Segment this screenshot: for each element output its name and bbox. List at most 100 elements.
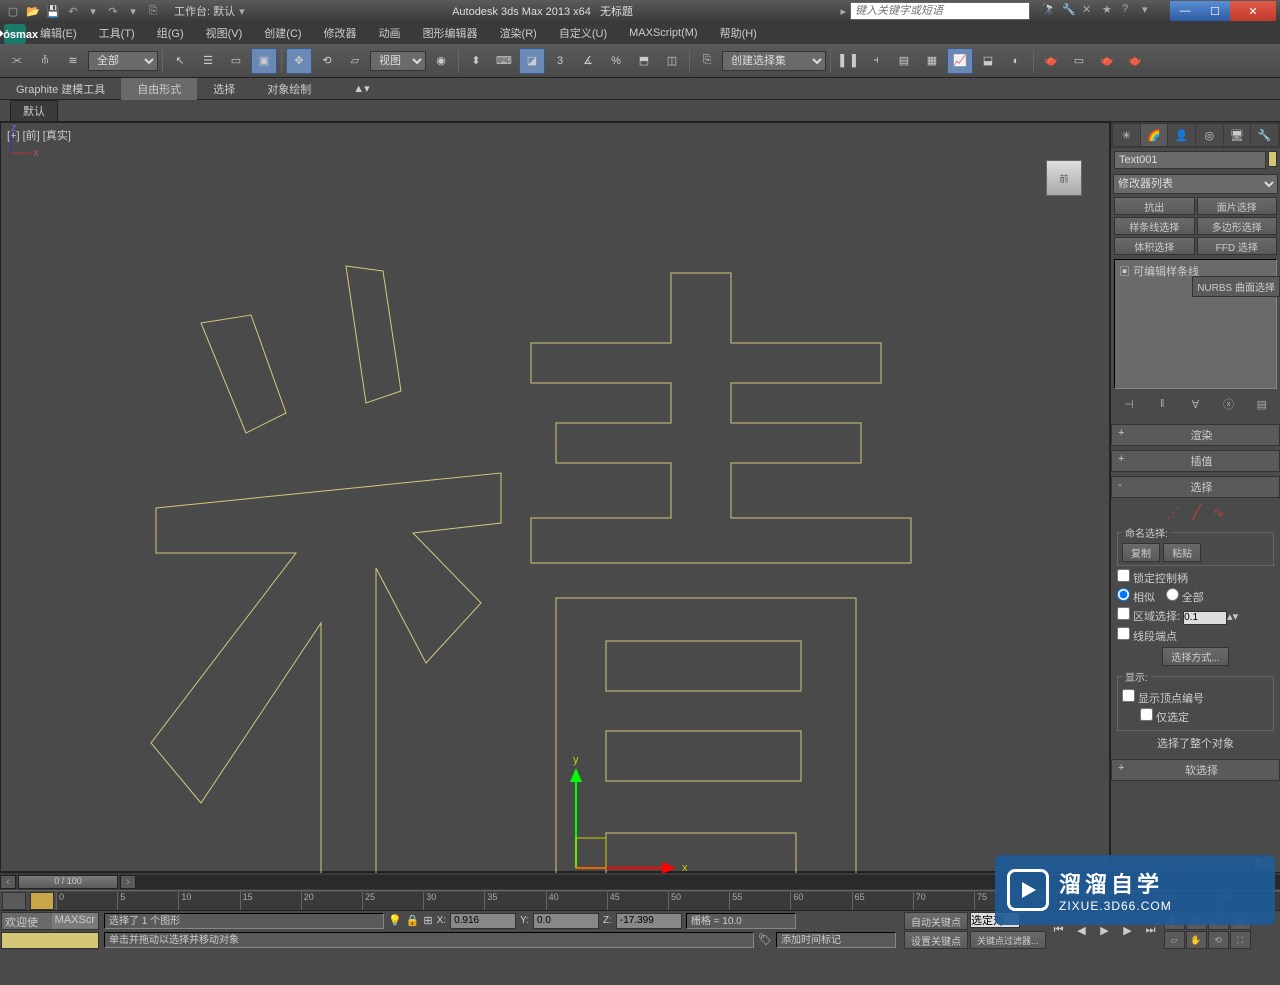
select-by-button[interactable]: 选择方式... xyxy=(1162,647,1228,666)
menu-tools[interactable]: 工具(T) xyxy=(89,23,145,43)
ribbon-default[interactable]: 默认 xyxy=(10,100,58,122)
copy-button[interactable]: 复制 xyxy=(1122,543,1160,562)
paste-button[interactable]: 粘贴 xyxy=(1163,543,1201,562)
tab-objectpaint[interactable]: 对象绘制 xyxy=(251,78,327,100)
percent-snap-icon[interactable]: % xyxy=(603,48,629,74)
color-swatch[interactable] xyxy=(1,932,99,949)
menu-views[interactable]: 视图(V) xyxy=(196,23,253,43)
rollout-selection[interactable]: -选择 xyxy=(1111,476,1280,498)
similar-radio[interactable]: 相似 xyxy=(1117,592,1155,604)
infocenter-icon[interactable]: ▸ xyxy=(840,5,846,18)
redo-dd-icon[interactable]: ▾ xyxy=(124,2,142,20)
menu-animation[interactable]: 动画 xyxy=(369,23,411,43)
btn-ffdsel[interactable]: FFD 选择 xyxy=(1197,237,1278,255)
show-vertex-num-check[interactable]: 显示顶点编号 xyxy=(1122,689,1269,706)
timeslider-handle[interactable]: 0 / 100 xyxy=(18,875,118,889)
segment-subobj-icon[interactable]: ╱ xyxy=(1192,504,1200,521)
search-input[interactable] xyxy=(850,2,1030,20)
rollout-render[interactable]: +渲染 xyxy=(1111,424,1280,446)
ribbon-min-icon[interactable]: ▲▾ xyxy=(337,79,385,98)
area-value-input[interactable] xyxy=(1183,611,1227,625)
redo-icon[interactable]: ↷ xyxy=(104,2,122,20)
pin-stack-icon[interactable]: ⊣ xyxy=(1120,395,1138,413)
coord-display-icon[interactable]: ⊞ xyxy=(423,914,432,927)
menu-group[interactable]: 组(G) xyxy=(147,23,194,43)
select-icon[interactable]: ↖ xyxy=(167,48,193,74)
align-icon[interactable]: ⫞ xyxy=(863,48,889,74)
named-selection-set[interactable]: 创建选择集 xyxy=(722,51,826,71)
add-time-tag[interactable]: 添加时间标记 xyxy=(776,932,896,948)
modifier-list[interactable]: 修改器列表 xyxy=(1113,174,1278,194)
render-setup-icon[interactable]: 🫖 xyxy=(1038,48,1064,74)
timeslider-prev[interactable]: ‹ xyxy=(0,875,16,889)
workspace-dd-icon[interactable]: ▾ xyxy=(239,5,245,18)
z-coord-input[interactable] xyxy=(616,913,682,929)
only-selected-check[interactable]: 仅选定 xyxy=(1140,708,1269,725)
binoculars-icon[interactable]: 🔭 xyxy=(1042,3,1058,19)
tab-modify-icon[interactable]: 🌈 xyxy=(1141,124,1168,146)
spinner-snap-icon[interactable]: ⬒ xyxy=(631,48,657,74)
all-radio[interactable]: 全部 xyxy=(1166,592,1204,604)
pivot-icon[interactable]: ◉ xyxy=(428,48,454,74)
tab-utilities-icon[interactable]: 🔧 xyxy=(1251,124,1278,146)
selection-filter[interactable]: 全部 xyxy=(88,51,158,71)
menu-maxscript[interactable]: MAXScript(M) xyxy=(619,25,707,41)
menu-create[interactable]: 创建(C) xyxy=(254,23,311,43)
favorite-icon[interactable]: ★ xyxy=(1102,3,1118,19)
menu-modifiers[interactable]: 修改器 xyxy=(314,23,367,43)
pan-icon[interactable]: ✋ xyxy=(1186,931,1207,949)
viewcube-face[interactable]: 前 xyxy=(1046,160,1082,196)
tab-graphite[interactable]: Graphite 建模工具 xyxy=(0,78,121,100)
make-unique-icon[interactable]: ∀ xyxy=(1186,395,1204,413)
render-frame-icon[interactable]: ▭ xyxy=(1066,48,1092,74)
btn-splinesel[interactable]: 样条线选择 xyxy=(1114,217,1195,235)
angle-snap-icon[interactable]: ∡ xyxy=(575,48,601,74)
autokey-button[interactable]: 自动关键点 xyxy=(904,912,968,930)
menu-grapheditors[interactable]: 图形编辑器 xyxy=(413,23,488,43)
snap-3-icon[interactable]: 3 xyxy=(547,48,573,74)
rotate-icon[interactable]: ⟲ xyxy=(314,48,340,74)
undo-dd-icon[interactable]: ▾ xyxy=(84,2,102,20)
unlink-icon[interactable]: ⫚ xyxy=(32,48,58,74)
layer-manager-icon[interactable]: ▦ xyxy=(919,48,945,74)
menu-help[interactable]: 帮助(H) xyxy=(710,23,767,43)
menu-customize[interactable]: 自定义(U) xyxy=(549,23,617,43)
lock-selection-icon[interactable]: 🔒 xyxy=(406,914,420,927)
viewport[interactable]: [+] [前] [真实] y x xyxy=(0,122,1110,872)
select-region-icon[interactable]: ▭ xyxy=(223,48,249,74)
tab-create-icon[interactable]: ✳ xyxy=(1113,124,1140,146)
timeslider-next[interactable]: › xyxy=(120,875,136,889)
y-coord-input[interactable] xyxy=(533,913,599,929)
mirror-icon[interactable]: ▌▐ xyxy=(835,48,861,74)
segment-end-check[interactable]: 线段端点 xyxy=(1117,627,1274,644)
btn-nurbs[interactable]: NURBS 曲面选择 xyxy=(1192,276,1280,297)
tab-motion-icon[interactable]: ◎ xyxy=(1196,124,1223,146)
minimize-button[interactable]: — xyxy=(1170,1,1200,21)
rollout-interp[interactable]: +插值 xyxy=(1111,450,1280,472)
key-icon[interactable]: 🔧 xyxy=(1062,3,1078,19)
menu-edit[interactable]: 编辑(E) xyxy=(30,23,87,43)
dd-icon[interactable]: ▾ xyxy=(1142,3,1158,19)
curve-editor-icon[interactable]: 📈 xyxy=(947,48,973,74)
viewcube[interactable]: 前 xyxy=(1039,153,1089,203)
tab-freeform[interactable]: 自由形式 xyxy=(121,78,197,100)
layers-icon[interactable]: ▤ xyxy=(891,48,917,74)
exchange-icon[interactable]: ✕ xyxy=(1082,3,1098,19)
render-prod-icon[interactable]: 🫖 xyxy=(1122,48,1148,74)
keyfilter-button[interactable]: 关键点过滤器... xyxy=(970,931,1046,949)
maximize-button[interactable]: ☐ xyxy=(1200,1,1230,21)
timeline-config-icon[interactable] xyxy=(2,892,26,910)
workspace-label[interactable]: 工作台: 默认 xyxy=(174,3,235,19)
area-select-check[interactable]: 区域选择: ▴▾ xyxy=(1117,607,1274,625)
undo-icon[interactable]: ↶ xyxy=(64,2,82,20)
scale-icon[interactable]: ▱ xyxy=(342,48,368,74)
tab-selection[interactable]: 选择 xyxy=(197,78,251,100)
maximize-viewport-icon[interactable]: ⛶ xyxy=(1230,931,1251,949)
timeline-key-icon[interactable] xyxy=(30,892,54,910)
btn-extrude[interactable]: 抗出 xyxy=(1114,197,1195,215)
render-icon[interactable]: 🫖 xyxy=(1094,48,1120,74)
setkey-button[interactable]: 设置关键点 xyxy=(904,931,968,949)
save-icon[interactable]: 💾 xyxy=(44,2,62,20)
btn-volsel[interactable]: 体积选择 xyxy=(1114,237,1195,255)
link-icon[interactable]: ⎘ xyxy=(144,2,162,20)
